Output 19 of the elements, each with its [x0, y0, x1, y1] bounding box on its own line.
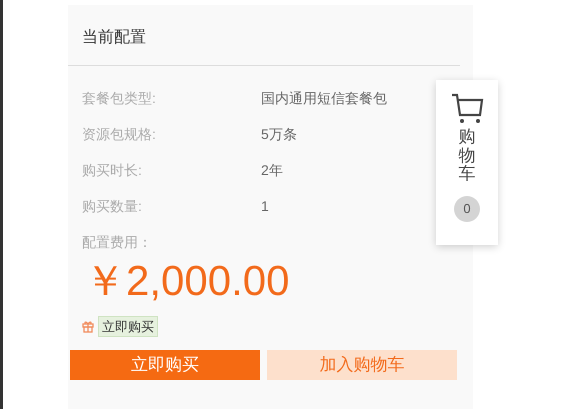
field-value: 1 [261, 197, 269, 216]
field-value: 2年 [261, 161, 283, 180]
field-value: 国内通用短信套餐包 [261, 89, 387, 108]
add-to-cart-button[interactable]: 加入购物车 [267, 350, 457, 380]
price: ￥2,000.00 [84, 256, 290, 306]
field-label: 套餐包类型: [82, 89, 157, 108]
fee-label: 配置费用： [82, 233, 152, 252]
field-label: 购买时长: [82, 161, 143, 180]
cart-label: 购物车 [458, 128, 476, 184]
field-value: 5万条 [261, 125, 297, 144]
cart-widget[interactable]: 购物车 0 [436, 80, 498, 245]
cart-count: 0 [454, 196, 480, 222]
cart-icon [450, 92, 484, 124]
gift-icon [82, 320, 94, 333]
panel-title: 当前配置 [81, 28, 147, 48]
field-label: 购买数量: [82, 197, 143, 216]
field-label: 资源包规格: [82, 125, 157, 144]
buy-now-button[interactable]: 立即购买 [70, 350, 260, 380]
promo-tag: 立即购买 [98, 316, 158, 337]
